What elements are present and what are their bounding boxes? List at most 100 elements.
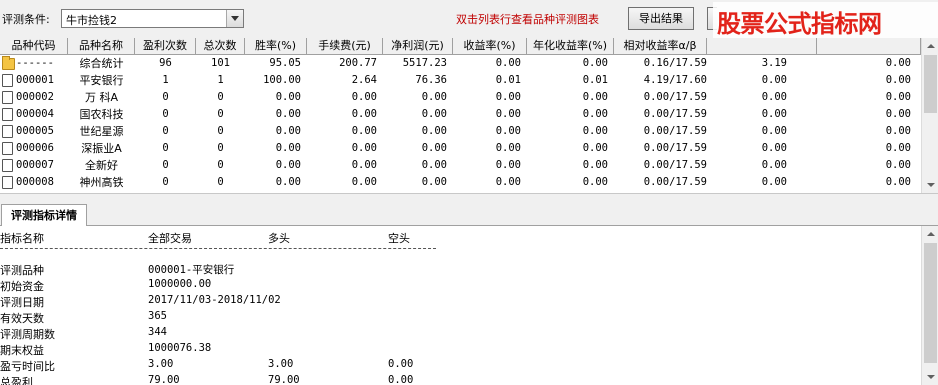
scroll-thumb[interactable] xyxy=(924,243,937,363)
table-cell: 0.00 xyxy=(351,91,377,103)
table-cell: 0 xyxy=(217,108,224,120)
table-cell: 0.00/17.59 xyxy=(643,142,707,154)
detail-value: 1000076.38 xyxy=(148,342,212,354)
grid-column-header[interactable]: 手续费(元) xyxy=(307,38,383,55)
detail-value: 1000000.00 xyxy=(148,278,212,290)
detail-label: 评测品种 xyxy=(0,264,44,277)
table-row[interactable]: 000001 平安银行 1 1 100.00 2.64 76.36 0.01 0.01 4.19/… xyxy=(0,72,921,89)
table-cell: 0 xyxy=(162,125,169,137)
table-cell: 综合统计 xyxy=(79,57,124,70)
detail-row: 评测周期数 344 xyxy=(0,326,440,342)
table-cell: 0.00 xyxy=(495,142,521,154)
table-cell: 0 xyxy=(162,176,169,188)
chevron-down-icon[interactable] xyxy=(226,10,243,27)
detail-value: 0.00 xyxy=(388,358,414,370)
table-cell: 0.00 xyxy=(761,159,787,171)
grid-column-header[interactable]: 收益率(%) xyxy=(453,38,527,55)
table-row[interactable]: ------ 综合统计 96 101 95.05 200.77 5517.23 0.00 0.0… xyxy=(0,55,921,72)
table-cell: 0.16/17.59 xyxy=(643,57,707,69)
grid-column-header[interactable]: 品种代码 xyxy=(0,38,68,55)
table-row[interactable]: 000007 全新好 0 0 0.00 0.00 0.00 0.00 0.00 0.00/17.5… xyxy=(0,157,921,174)
table-cell: 神州高铁 xyxy=(79,176,124,189)
grid-column-header[interactable] xyxy=(817,38,921,55)
detail-value: 3.00 xyxy=(268,358,294,370)
table-cell: 0 xyxy=(162,108,169,120)
table-cell: 深振业A xyxy=(81,142,122,155)
export-button[interactable]: 导出结果 xyxy=(628,7,694,30)
detail-row: 总盈利 79.00 79.00 0.00 xyxy=(0,374,440,385)
table-row[interactable]: 000002 万 科A 0 0 0.00 0.00 0.00 0.00 0.00 0.00/17.… xyxy=(0,89,921,106)
grid-column-header[interactable]: 品种名称 xyxy=(68,38,135,55)
table-cell: 0 xyxy=(162,142,169,154)
grid-scrollbar[interactable] xyxy=(921,38,938,193)
table-cell: 1 xyxy=(217,74,224,86)
table-cell: 0.00 xyxy=(495,57,521,69)
detail-value: 000001-平安银行 xyxy=(148,264,235,276)
folder-icon xyxy=(2,56,15,70)
table-cell: 0.00 xyxy=(495,176,521,188)
condition-select[interactable]: 牛市捡钱2 xyxy=(61,9,244,28)
table-cell: 0.00 xyxy=(761,142,787,154)
grid-column-header[interactable]: 总次数 xyxy=(196,38,245,55)
table-cell: 0.00 xyxy=(582,176,608,188)
table-cell: 0.00 xyxy=(421,91,447,103)
table-cell: 万 科A xyxy=(84,91,119,104)
table-cell: 0.00 xyxy=(351,108,377,120)
table-cell: 0.00 xyxy=(885,91,911,103)
detail-row: 评测品种 000001-平安银行 xyxy=(0,262,440,278)
detail-row: 评测日期 2017/11/03-2018/11/02 xyxy=(0,294,440,310)
tab-detail[interactable]: 评测指标详情 xyxy=(1,204,87,227)
table-row[interactable]: 000004 国农科技 0 0 0.00 0.00 0.00 0.00 0.00 0.00/17.… xyxy=(0,106,921,123)
table-cell: 000004 xyxy=(16,108,54,120)
table-cell: 0.00 xyxy=(421,142,447,154)
scroll-up-icon[interactable] xyxy=(922,38,938,55)
detail-row: 初始资金 1000000.00 xyxy=(0,278,440,294)
table-cell: 5517.23 xyxy=(402,57,447,69)
table-cell: 000001 xyxy=(16,74,54,86)
table-cell: 0.00 xyxy=(582,108,608,120)
table-cell: 0.00 xyxy=(421,159,447,171)
document-icon xyxy=(2,91,13,104)
detail-label: 总盈利 xyxy=(0,376,33,385)
table-cell: 2.64 xyxy=(351,74,377,86)
detail-value: 79.00 xyxy=(268,374,300,385)
detail-value: 79.00 xyxy=(148,374,180,385)
double-click-hint: 双击列表行查看品种评测图表 xyxy=(456,13,599,26)
pane-splitter[interactable] xyxy=(0,193,938,201)
detail-label: 有效天数 xyxy=(0,312,44,325)
table-cell: 0.00 xyxy=(275,108,301,120)
scroll-up-icon[interactable] xyxy=(922,226,938,243)
detail-scrollbar[interactable] xyxy=(921,226,938,385)
table-cell: 0.00 xyxy=(275,125,301,137)
grid-column-header[interactable] xyxy=(707,38,817,55)
table-cell: 0.00 xyxy=(885,125,911,137)
table-cell: 0.00 xyxy=(495,125,521,137)
scroll-down-icon[interactable] xyxy=(922,176,938,193)
table-cell: 0.00 xyxy=(885,74,911,86)
grid-column-header[interactable]: 净利润(元) xyxy=(383,38,453,55)
table-cell: 0.00 xyxy=(421,125,447,137)
scroll-down-icon[interactable] xyxy=(922,368,938,385)
grid-column-header[interactable]: 盈利次数 xyxy=(135,38,196,55)
table-row[interactable]: 000006 深振业A 0 0 0.00 0.00 0.00 0.00 0.00 0.00/17.… xyxy=(0,140,921,157)
grid-column-header[interactable]: 年化收益率(%) xyxy=(527,38,614,55)
table-cell: 全新好 xyxy=(85,159,118,172)
table-cell: 0.00 xyxy=(761,125,787,137)
table-cell: 0.00 xyxy=(351,176,377,188)
table-cell: 0.00 xyxy=(582,159,608,171)
table-cell: 0.00 xyxy=(495,91,521,103)
grid-column-header[interactable]: 胜率(%) xyxy=(245,38,307,55)
table-cell: 0.00 xyxy=(761,91,787,103)
scroll-thumb[interactable] xyxy=(924,55,937,113)
table-row[interactable]: 000008 神州高铁 0 0 0.00 0.00 0.00 0.00 0.00 0.00/17.… xyxy=(0,174,921,191)
grid-column-header[interactable]: 相对收益率α/β xyxy=(614,38,707,55)
table-cell: 0 xyxy=(217,91,224,103)
table-cell: 000002 xyxy=(16,91,54,103)
detail-label: 评测周期数 xyxy=(0,328,55,341)
table-cell: 000007 xyxy=(16,159,54,171)
table-cell: 0.00 xyxy=(885,142,911,154)
detail-divider xyxy=(0,248,436,249)
table-cell: 0 xyxy=(162,159,169,171)
table-cell: 4.19/17.60 xyxy=(643,74,707,86)
table-row[interactable]: 000005 世纪星源 0 0 0.00 0.00 0.00 0.00 0.00 0.00/17.… xyxy=(0,123,921,140)
